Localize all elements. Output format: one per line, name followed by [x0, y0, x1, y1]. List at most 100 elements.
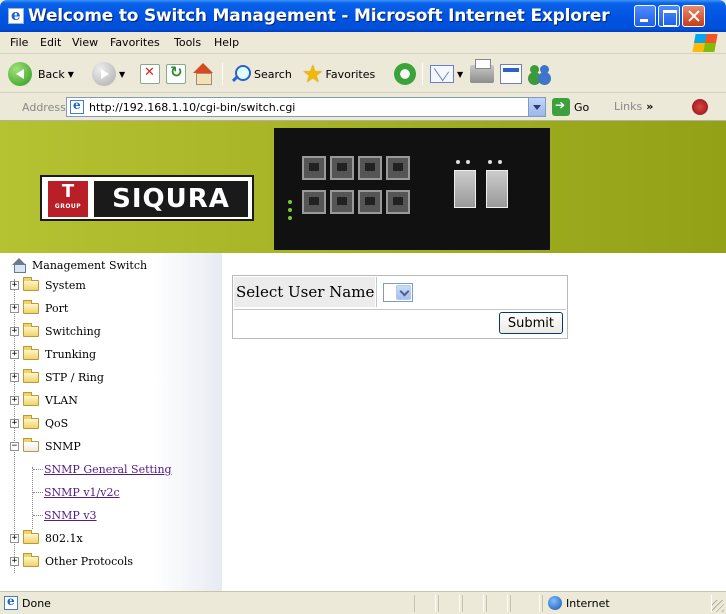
submit-button[interactable]: Submit [498, 312, 563, 334]
tree-folder-label: Switching [45, 324, 101, 338]
menu-help[interactable]: Help [214, 36, 239, 49]
tree-link-snmp-v3[interactable]: SNMP v3 [44, 505, 97, 525]
search-button[interactable]: Search [230, 61, 292, 87]
address-input[interactable]: http://192.168.1.10/cgi-bin/switch.cgi [66, 97, 546, 117]
back-button[interactable]: Back ▼ [8, 61, 74, 87]
menu-tools[interactable]: Tools [174, 36, 201, 49]
tree-root-label: Management Switch [32, 258, 148, 272]
form-row-actions: Submit [234, 309, 566, 337]
tree-folder-port[interactable]: + Port [10, 298, 68, 318]
port-icon [302, 156, 326, 180]
menu-favorites[interactable]: Favorites [110, 36, 160, 49]
tree-folder-trunking[interactable]: + Trunking [10, 344, 96, 364]
status-bar: Done Internet [0, 591, 726, 614]
status-pane [462, 595, 484, 612]
close-button[interactable] [682, 5, 705, 27]
folder-icon [23, 368, 39, 383]
printer-icon [470, 59, 494, 83]
title-bar: Welcome to Switch Management - Microsoft… [0, 0, 726, 32]
sfp-port-icon [454, 170, 476, 208]
expand-icon[interactable]: + [10, 303, 19, 313]
minimize-button[interactable] [634, 5, 656, 27]
tree-folder-switching[interactable]: + Switching [10, 321, 101, 341]
navigation-tree: Management Switch + System + Port + Swit… [0, 253, 222, 591]
expand-icon[interactable]: + [10, 349, 19, 359]
status-pane [486, 595, 508, 612]
history-button[interactable] [394, 61, 416, 87]
tree-folder-label: STP / Ring [45, 370, 104, 384]
links-button[interactable]: Links» [614, 100, 653, 113]
tree-folder-other-protocols[interactable]: + Other Protocols [10, 551, 133, 571]
tree-folder-system[interactable]: + System [10, 275, 86, 295]
tree-folder-snmp[interactable]: − SNMP [10, 436, 81, 456]
toolbar-extra-icon[interactable] [692, 99, 708, 115]
expand-icon[interactable]: + [10, 533, 19, 543]
user-name-select[interactable] [383, 283, 413, 302]
folder-icon [23, 276, 39, 291]
chevron-down-icon[interactable]: ▼ [457, 70, 463, 79]
refresh-icon [166, 63, 186, 84]
messenger-icon [528, 63, 552, 85]
tree-link-snmp-general-setting[interactable]: SNMP General Setting [44, 459, 172, 479]
chevron-down-icon[interactable] [396, 285, 411, 300]
stop-button[interactable] [140, 61, 160, 87]
search-icon [230, 64, 251, 84]
mail-button[interactable]: ▼ [430, 61, 463, 87]
folder-icon [23, 391, 39, 406]
siqura-logo: SIQURA [94, 181, 248, 217]
tree-link-label[interactable]: SNMP v3 [44, 509, 97, 522]
security-zone: Internet [566, 597, 610, 610]
edit-page-icon [500, 64, 522, 84]
print-button[interactable] [470, 59, 494, 87]
expand-icon[interactable]: + [10, 418, 19, 428]
status-text: Done [22, 597, 51, 610]
tree-folder-label: System [45, 278, 86, 292]
form-value-cell [376, 277, 566, 307]
favorites-button[interactable]: ★ Favorites [302, 61, 375, 87]
expand-icon[interactable]: + [10, 395, 19, 405]
collapse-icon[interactable]: − [10, 441, 19, 451]
menu-edit[interactable]: Edit [40, 36, 61, 49]
expand-icon[interactable]: + [10, 372, 19, 382]
chevron-down-icon[interactable]: ▼ [68, 70, 74, 79]
tree-folder-8021x[interactable]: + 802.1x [10, 528, 83, 548]
port-icon [330, 156, 354, 180]
expand-icon[interactable]: + [10, 280, 19, 290]
tree-folder-vlan[interactable]: + VLAN [10, 390, 78, 410]
refresh-button[interactable] [166, 61, 186, 87]
expand-icon[interactable]: + [10, 556, 19, 566]
tree-folder-stp-ring[interactable]: + STP / Ring [10, 367, 104, 387]
home-button[interactable] [192, 61, 214, 87]
select-user-label: Select User Name [234, 277, 375, 307]
folder-icon [23, 552, 39, 567]
tree-link-label[interactable]: SNMP v1/v2c [44, 486, 120, 499]
menu-file[interactable]: File [10, 36, 28, 49]
resize-grip[interactable] [712, 600, 724, 612]
forward-button[interactable]: ▼ [92, 61, 125, 87]
go-button[interactable]: Go [552, 98, 589, 116]
address-dropdown-button[interactable] [528, 98, 545, 116]
tree-root[interactable]: Management Switch [6, 255, 147, 275]
page-icon [70, 98, 84, 114]
chevron-down-icon[interactable]: ▼ [119, 70, 125, 79]
messenger-button[interactable] [528, 61, 552, 87]
forward-arrow-icon [92, 62, 116, 86]
port-icon [386, 190, 410, 214]
address-label: Address [22, 101, 66, 114]
expand-icon[interactable]: + [10, 326, 19, 336]
status-pane [438, 595, 460, 612]
tree-link-snmp-v1-v2c[interactable]: SNMP v1/v2c [44, 482, 120, 502]
tree-folder-qos[interactable]: + QoS [10, 413, 68, 433]
go-label: Go [574, 100, 590, 114]
address-url[interactable]: http://192.168.1.10/cgi-bin/switch.cgi [89, 101, 295, 114]
go-arrow-icon [552, 98, 570, 116]
back-arrow-icon [8, 62, 32, 86]
tree-link-label[interactable]: SNMP General Setting [44, 463, 172, 476]
edit-button[interactable] [500, 61, 522, 87]
maximize-button[interactable] [658, 5, 680, 27]
form-row-user: Select User Name [234, 277, 566, 307]
tree-folder-label: QoS [45, 416, 69, 430]
tree-folder-label: 802.1x [45, 531, 83, 545]
menu-view[interactable]: View [72, 36, 98, 49]
port-icon [386, 156, 410, 180]
